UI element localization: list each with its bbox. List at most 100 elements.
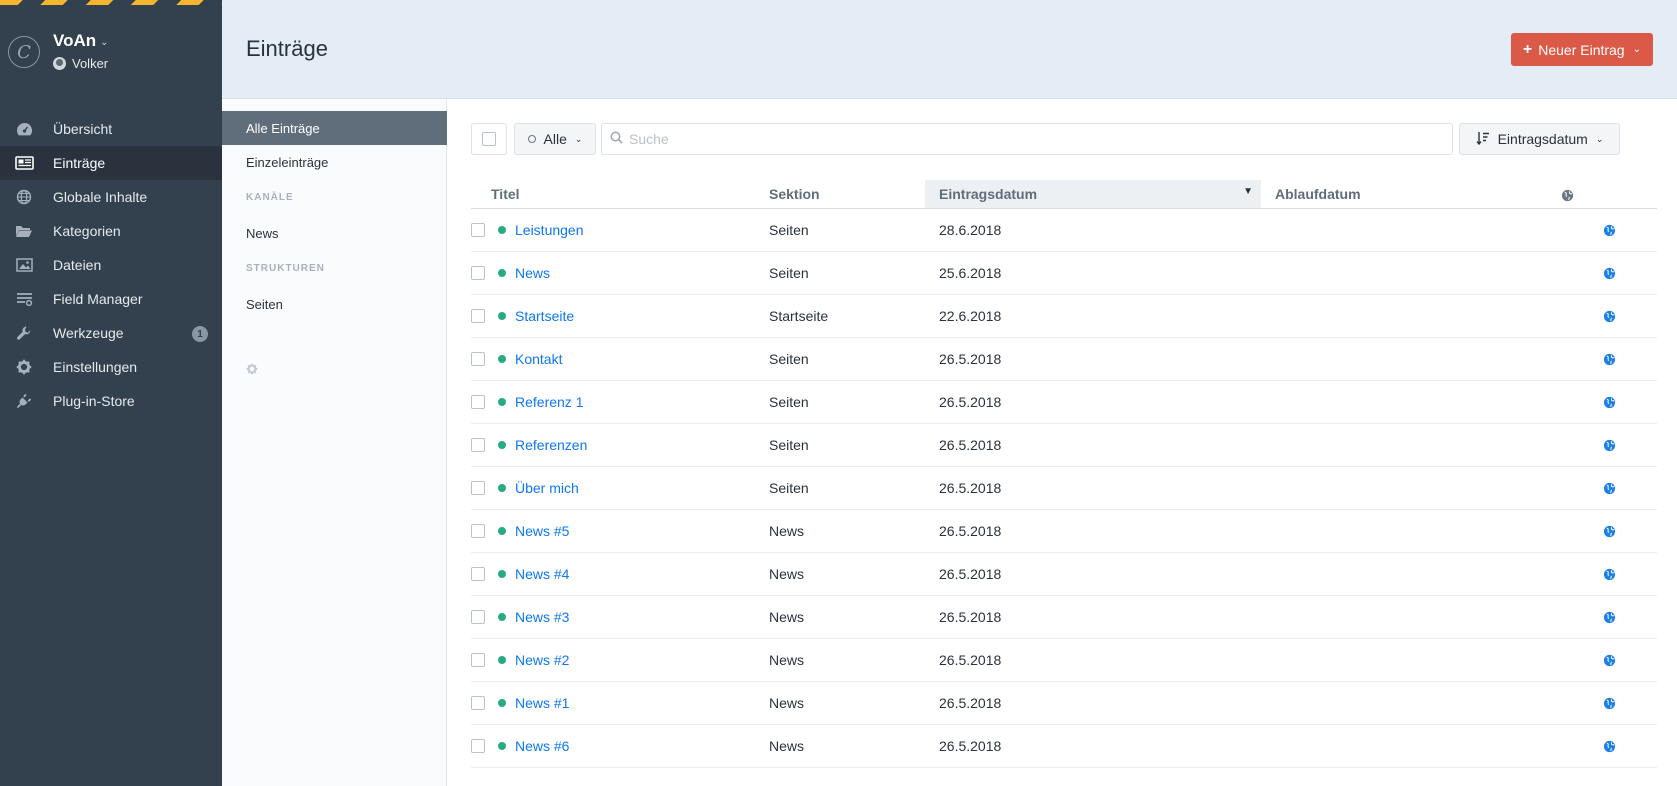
site-link[interactable] [1603,480,1616,496]
row-checkbox[interactable] [471,394,485,409]
user-menu[interactable]: Volker [53,56,108,71]
status-live-indicator [498,569,506,578]
site-link[interactable] [1603,566,1616,582]
select-all-checkbox[interactable] [471,123,507,155]
nav-item-settings[interactable]: Einstellungen [0,350,222,384]
cell-title: Kontakt [471,337,755,381]
nav-item-field-manager[interactable]: Field Manager [0,282,222,316]
table-row[interactable]: News #2 News 26.5.2018 [471,638,1657,682]
table-row[interactable]: Referenz 1 Seiten 26.5.2018 [471,380,1657,424]
row-checkbox[interactable] [471,566,485,581]
entry-title-link[interactable]: Kontakt [515,351,562,367]
column-header-post-date[interactable]: Eintragsdatum ▼ [925,180,1261,209]
entry-title-link[interactable]: Über mich [515,480,579,496]
source-label: Alle Einträge [246,120,320,136]
source-structure-pages[interactable]: Seiten [222,287,447,321]
site-link[interactable] [1603,437,1616,453]
entry-title-link[interactable]: Referenzen [515,437,587,453]
entries-icon [14,155,34,171]
cell-section: Seiten [755,466,925,510]
row-checkbox[interactable] [471,738,485,753]
cell-title: Referenzen [471,423,755,467]
site-link[interactable] [1603,308,1616,324]
site-logo[interactable]: C [8,36,40,68]
nav-item-overview[interactable]: Übersicht [0,112,222,146]
search-input[interactable] [629,131,1429,147]
customize-sources-gear-icon[interactable] [246,363,258,378]
cell-post-date: 26.5.2018 [925,681,1261,725]
row-checkbox[interactable] [471,351,485,366]
cell-site [1517,337,1657,381]
table-row[interactable]: Startseite Startseite 22.6.2018 [471,294,1657,338]
table-row[interactable]: Über mich Seiten 26.5.2018 [471,466,1657,510]
row-checkbox[interactable] [471,695,485,710]
site-link[interactable] [1603,265,1616,281]
source-singles[interactable]: Einzeleinträge [222,145,447,179]
status-ring-icon [527,135,536,143]
source-channel-news[interactable]: News [222,216,447,250]
entry-title-link[interactable]: News #5 [515,523,569,539]
status-filter-dropdown[interactable]: Alle ⌄ [514,123,596,155]
entry-title-link[interactable]: News [515,265,550,281]
column-header-expiry-date[interactable]: Ablaufdatum [1261,180,1517,209]
site-link[interactable] [1603,652,1616,668]
page-title: Einträge [246,36,328,61]
cell-section: Seiten [755,380,925,424]
new-entry-button[interactable]: + Neuer Eintrag ⌄ [1510,33,1653,66]
table-row[interactable]: News #5 News 26.5.2018 [471,509,1657,553]
entry-title-link[interactable]: News #2 [515,652,569,668]
cell-post-date: 26.5.2018 [925,380,1261,424]
column-header-title[interactable]: Titel [471,180,755,209]
chevron-down-icon: ⌄ [1595,133,1604,144]
source-all-entries[interactable]: Alle Einträge [222,111,447,145]
site-link[interactable] [1603,523,1616,539]
row-checkbox[interactable] [471,308,485,323]
entry-title-link[interactable]: News #3 [515,609,569,625]
row-checkbox[interactable] [471,523,485,538]
site-switcher[interactable]: VoAn ⌄ [53,31,109,51]
toolbar: Alle ⌄ Eintragsdatum ⌄ [471,123,1657,155]
entry-title-link[interactable]: Startseite [515,308,574,324]
main-nav: Übersicht Einträge Globale Inhalte Kateg… [0,112,222,418]
table-row[interactable]: News #6 News 26.5.2018 [471,724,1657,768]
table-row[interactable]: News #4 News 26.5.2018 [471,552,1657,596]
row-checkbox[interactable] [471,652,485,667]
sort-dropdown[interactable]: Eintragsdatum ⌄ [1459,123,1620,155]
site-link[interactable] [1603,394,1616,410]
cell-expiry-date [1261,638,1517,682]
nav-item-globals[interactable]: Globale Inhalte [0,180,222,214]
row-checkbox[interactable] [471,222,485,237]
table-row[interactable]: News #3 News 26.5.2018 [471,595,1657,639]
nav-item-plugin-store[interactable]: Plug-in-Store [0,384,222,418]
globe-icon [1603,655,1615,667]
entry-title-link[interactable]: Referenz 1 [515,394,583,410]
nav-item-entries[interactable]: Einträge [0,146,222,180]
entry-title-link[interactable]: News #6 [515,738,569,754]
nav-item-assets[interactable]: Dateien [0,248,222,282]
cell-expiry-date [1261,294,1517,338]
site-link[interactable] [1603,222,1616,238]
row-checkbox[interactable] [471,265,485,280]
entry-title-link[interactable]: Leistungen [515,222,584,238]
cell-site [1517,208,1657,252]
row-checkbox[interactable] [471,480,485,495]
site-link[interactable] [1603,351,1616,367]
table-row[interactable]: News Seiten 25.6.2018 [471,251,1657,295]
nav-item-categories[interactable]: Kategorien [0,214,222,248]
site-link[interactable] [1603,695,1616,711]
site-link[interactable] [1603,609,1616,625]
nav-item-utilities[interactable]: Werkzeuge 1 [0,316,222,350]
row-checkbox[interactable] [471,437,485,452]
table-row[interactable]: Leistungen Seiten 28.6.2018 [471,208,1657,252]
cell-title: News #2 [471,638,755,682]
site-link[interactable] [1603,738,1616,754]
table-row[interactable]: Referenzen Seiten 26.5.2018 [471,423,1657,467]
cell-title: News #5 [471,509,755,553]
search-box [601,123,1453,155]
column-header-section[interactable]: Sektion [755,180,925,209]
table-row[interactable]: News #1 News 26.5.2018 [471,681,1657,725]
entry-title-link[interactable]: News #1 [515,695,569,711]
entry-title-link[interactable]: News #4 [515,566,569,582]
row-checkbox[interactable] [471,609,485,624]
table-row[interactable]: Kontakt Seiten 26.5.2018 [471,337,1657,381]
